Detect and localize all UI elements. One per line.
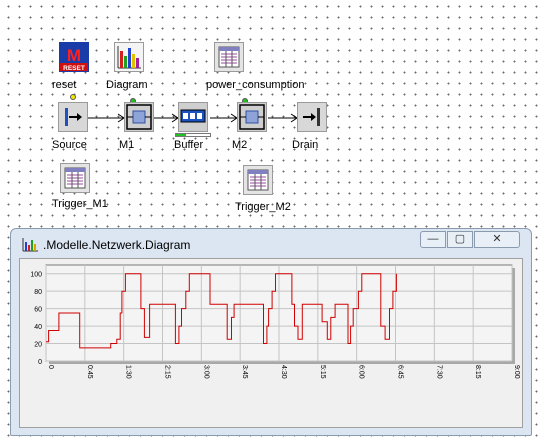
table-icon (60, 163, 90, 193)
y-tick-label: 0 (38, 359, 42, 366)
power-consumption-label: power_consumption (206, 79, 305, 91)
m1-object[interactable]: M1 (116, 102, 156, 152)
reset-object[interactable]: M RESET reset (52, 42, 96, 92)
station-icon (237, 102, 267, 132)
window-chart-icon (22, 238, 38, 252)
trigger-m2-object[interactable]: Trigger_M2 (234, 165, 304, 215)
power-consumption-object[interactable]: power_consumption (204, 42, 314, 92)
reset-label: reset (52, 79, 77, 91)
m2-label: M2 (232, 139, 248, 151)
x-tick-label: 6:45 (397, 365, 404, 379)
buffer-label: Buffer (174, 139, 204, 151)
drain-label: Drain (292, 139, 319, 151)
x-tick-label: 2:15 (164, 365, 171, 379)
x-tick-label: 0:45 (86, 365, 93, 379)
table-icon (243, 165, 273, 195)
reset-status-dot (70, 94, 76, 100)
x-tick-label: 3:45 (241, 365, 248, 379)
buffer-icon (178, 102, 208, 132)
x-tick-label: 0 (47, 365, 54, 369)
source-label: Source (52, 139, 87, 151)
window-title: .Modelle.Netzwerk.Diagram (43, 238, 191, 252)
x-tick-label: 7:30 (435, 365, 442, 379)
y-tick-label: 40 (34, 324, 42, 331)
drain-object[interactable]: Drain (290, 102, 330, 152)
y-tick-label: 20 (34, 342, 42, 349)
buffer-fill-bar (175, 133, 211, 137)
x-tick-label: 9:00 (513, 365, 520, 379)
svg-text:M: M (67, 46, 81, 65)
reset-icon: M RESET (59, 42, 89, 72)
buffer-fill-level (176, 134, 186, 136)
x-tick-label: 8:15 (474, 365, 481, 379)
source-object[interactable]: Source (52, 102, 96, 152)
maximize-button[interactable]: ▢ (447, 231, 473, 248)
m2-object[interactable]: M2 (228, 102, 268, 152)
diagram-window[interactable]: .Modelle.Netzwerk.Diagram — ▢ ✕ 0 20 40 60 8… (10, 228, 532, 436)
table-icon (214, 42, 244, 72)
source-icon (58, 102, 88, 132)
m1-label: M1 (119, 139, 135, 151)
line-chart: 0 20 40 60 80 100 0 0:45 1:30 2:15 3:00 3:45 4:30 5:1… (30, 264, 520, 379)
y-tick-label: 100 (30, 272, 42, 279)
trigger-m1-label: Trigger_M1 (52, 198, 108, 210)
y-tick-label: 80 (34, 289, 42, 296)
y-tick-label: 60 (34, 307, 42, 314)
drain-icon (297, 102, 327, 132)
trigger-m2-label: Trigger_M2 (235, 201, 291, 213)
x-tick-label: 6:00 (358, 365, 365, 379)
x-tick-label: 5:15 (319, 365, 326, 379)
station-icon (124, 102, 154, 132)
diagram-label: Diagram (106, 79, 148, 91)
close-button[interactable]: ✕ (474, 231, 520, 248)
x-tick-label: 4:30 (280, 365, 287, 379)
x-tick-label: 3:00 (202, 365, 209, 379)
minimize-button[interactable]: — (420, 231, 446, 248)
chart-area: 0 20 40 60 80 100 0 0:45 1:30 2:15 3:00 3:45 4:30 5:1… (19, 258, 523, 428)
bar-chart-icon (114, 42, 144, 72)
x-tick-label: 1:30 (125, 365, 132, 379)
svg-text:RESET: RESET (63, 65, 85, 72)
diagram-object[interactable]: Diagram (106, 42, 156, 92)
trigger-m1-object[interactable]: Trigger_M1 (50, 163, 120, 213)
buffer-object[interactable]: Buffer (172, 102, 218, 152)
